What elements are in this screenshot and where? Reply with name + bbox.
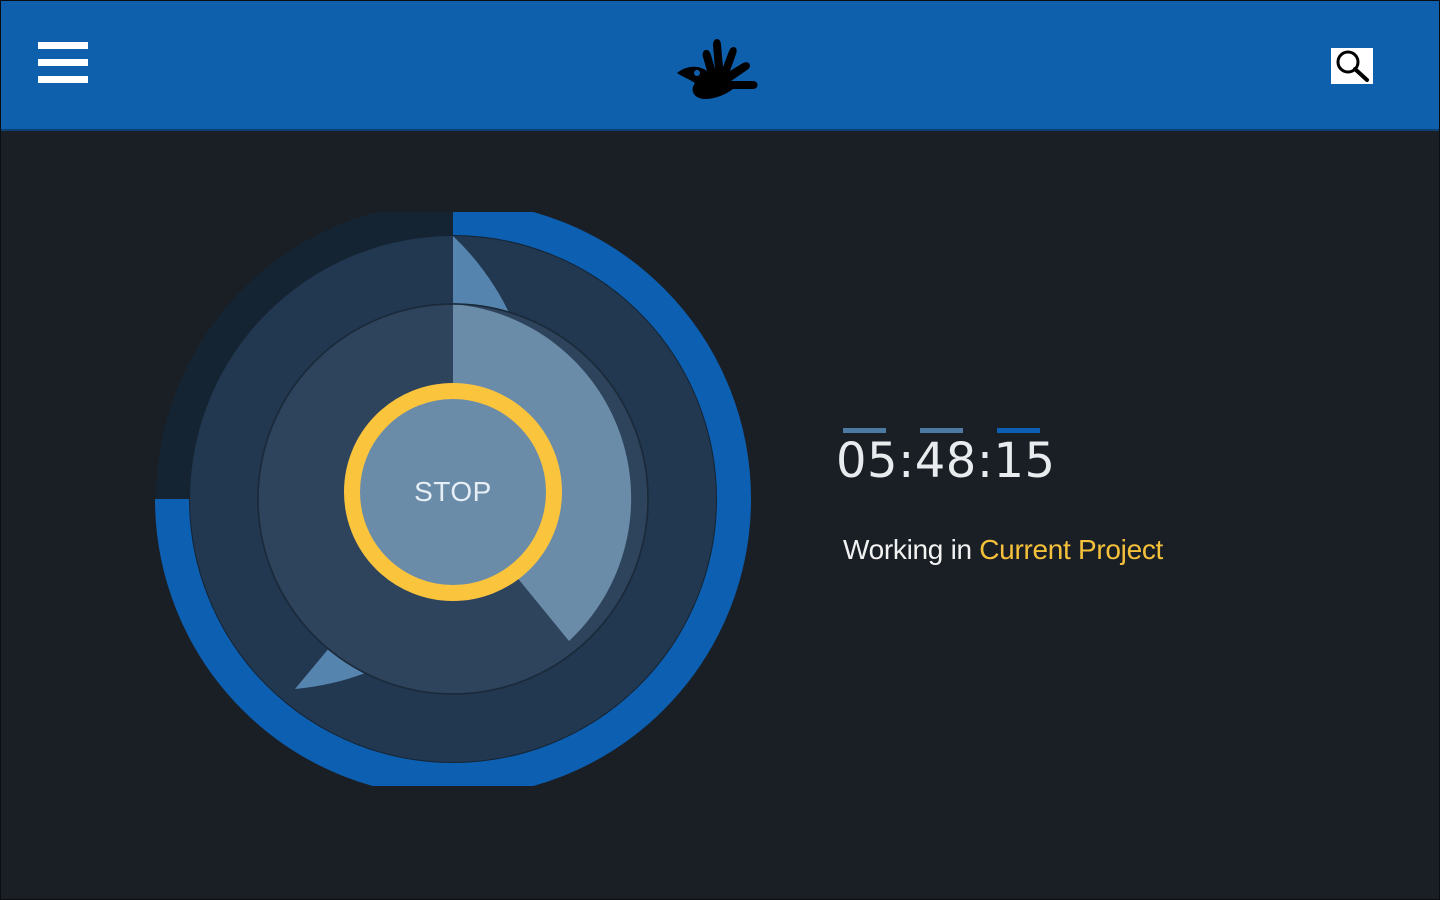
menu-bar-line [38,59,88,66]
timer-display: 05:48:15 [836,428,1056,498]
project-link[interactable]: Current Project [979,534,1163,565]
search-icon [1336,50,1369,82]
hamburger-menu-icon[interactable] [38,41,88,85]
top-app-bar [1,1,1439,131]
status-prefix: Working in [843,534,972,565]
accessibility-hand-logo-icon [677,39,758,99]
menu-bar-line [38,76,88,83]
menu-bar-line [38,42,88,49]
current-project-status: Working in Current Project [843,534,1163,566]
elapsed-time: 05:48:15 [836,433,1056,489]
stop-button[interactable]: STOP [362,404,544,580]
search-button[interactable] [1331,48,1373,84]
